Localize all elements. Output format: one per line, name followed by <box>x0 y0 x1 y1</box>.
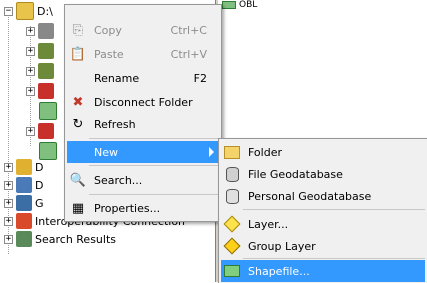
menu-item-shortcut: Ctrl+V <box>170 47 207 61</box>
menu-separator <box>89 165 219 166</box>
gis-servers-icon <box>16 195 32 211</box>
menu-item-rename[interactable]: Rename F2 <box>67 67 219 89</box>
submenu-item-personal-geodatabase[interactable]: Personal Geodatabase <box>221 185 425 207</box>
tree-item[interactable]: + D <box>4 158 43 176</box>
paste-icon: 📋 <box>69 46 87 62</box>
menu-item-label: Rename <box>94 71 140 85</box>
menu-item-label: Group Layer <box>248 239 316 253</box>
menu-item-shortcut: F2 <box>193 71 207 85</box>
menu-item-label: Layer... <box>248 217 289 231</box>
tree-item-label: Search Results <box>35 232 117 246</box>
tree-item[interactable]: + Search Results <box>4 230 116 248</box>
submenu-item-group-layer[interactable]: Group Layer <box>221 235 425 257</box>
tree-child-row[interactable]: + <box>26 42 57 60</box>
refresh-icon: ↻ <box>72 116 84 132</box>
disconnect-icon: ✖ <box>72 94 84 110</box>
search-results-icon <box>16 231 32 247</box>
menu-item-label: File Geodatabase <box>248 167 343 181</box>
properties-icon: ▦ <box>71 200 85 216</box>
tree-child-row[interactable]: + <box>26 122 57 140</box>
menu-separator <box>89 194 219 195</box>
menu-item-label: Paste <box>94 47 124 61</box>
tree-item-label: G <box>35 196 44 210</box>
file-geodatabase-icon <box>223 165 241 183</box>
tree-child-row[interactable] <box>36 102 60 120</box>
menu-item-label: New <box>94 145 118 159</box>
menu-item-properties[interactable]: ▦ Properties... <box>67 197 219 219</box>
submenu-item-file-geodatabase[interactable]: File Geodatabase <box>221 163 425 185</box>
contents-top-row: OBL <box>222 0 257 10</box>
personal-geodatabase-icon <box>223 187 241 205</box>
expand-toggle[interactable]: + <box>26 66 35 76</box>
new-submenu: Folder File Geodatabase Personal Geodata… <box>218 138 427 283</box>
copy-icon: ⎘ <box>72 22 84 38</box>
tree-child-row[interactable]: + <box>26 82 57 100</box>
layer-icon <box>223 215 241 233</box>
submenu-arrow-icon <box>209 147 214 157</box>
menu-item-label: Search... <box>94 173 143 187</box>
expand-toggle[interactable]: + <box>26 126 35 136</box>
menu-item-shortcut: Ctrl+C <box>170 23 207 37</box>
submenu-item-shapefile[interactable]: Shapefile... <box>221 260 425 282</box>
expand-toggle[interactable]: + <box>4 180 13 190</box>
tree-root-row[interactable]: − D:\ <box>4 2 53 20</box>
shapefile-icon <box>39 102 57 120</box>
submenu-item-folder[interactable]: Folder <box>221 141 425 163</box>
collapse-toggle[interactable]: − <box>4 6 13 16</box>
menu-separator <box>89 138 219 139</box>
tree-child-row[interactable]: + <box>26 62 57 80</box>
expand-toggle[interactable]: + <box>26 86 35 96</box>
tree-item[interactable]: + G <box>4 194 44 212</box>
interoperability-icon <box>16 213 32 229</box>
menu-item-new[interactable]: New <box>67 141 219 163</box>
context-menu: ⎘ Copy Ctrl+C 📋 Paste Ctrl+V Rename F2 ✖… <box>64 4 222 222</box>
expand-toggle[interactable]: + <box>4 198 13 208</box>
raster-icon <box>38 43 54 59</box>
contents-item-label: OBL <box>239 0 258 10</box>
expand-toggle[interactable]: + <box>26 46 35 56</box>
expand-toggle[interactable]: + <box>4 162 13 172</box>
menu-item-label: Properties... <box>94 201 161 215</box>
tree-item-label: D <box>35 160 44 174</box>
folder-icon <box>223 143 241 161</box>
menu-item-copy[interactable]: ⎘ Copy Ctrl+C <box>67 19 219 41</box>
menu-item-disconnect-folder[interactable]: ✖ Disconnect Folder <box>67 91 219 113</box>
expand-toggle[interactable]: + <box>4 216 13 226</box>
database-servers-icon <box>16 177 32 193</box>
tree-item[interactable]: + D <box>4 176 43 194</box>
menu-item-label: Copy <box>94 23 122 37</box>
tree-root-label: D:\ <box>37 4 53 18</box>
shapefile-icon <box>223 262 241 280</box>
menu-separator <box>243 209 425 210</box>
group-layer-icon <box>223 237 241 255</box>
menu-separator <box>243 258 425 259</box>
search-icon: 🔍 <box>69 172 87 188</box>
expand-toggle[interactable]: + <box>26 26 35 36</box>
tree-item-label: D <box>35 178 44 192</box>
menu-item-label: Personal Geodatabase <box>248 189 372 203</box>
raster-icon <box>38 63 54 79</box>
table-icon <box>38 23 54 39</box>
menu-item-paste[interactable]: 📋 Paste Ctrl+V <box>67 43 219 65</box>
database-icon <box>38 123 54 139</box>
menu-item-search[interactable]: 🔍 Search... <box>67 169 219 191</box>
expand-toggle[interactable]: + <box>4 234 13 244</box>
database-icon <box>38 83 54 99</box>
folder-connection-icon <box>16 2 34 20</box>
toolbox-icon <box>16 159 32 175</box>
menu-item-label: Refresh <box>94 117 136 131</box>
menu-item-label: Disconnect Folder <box>94 95 193 109</box>
menu-item-refresh[interactable]: ↻ Refresh <box>67 113 219 135</box>
shapefile-icon <box>222 1 236 9</box>
menu-item-label: Shapefile... <box>248 264 310 278</box>
submenu-item-layer[interactable]: Layer... <box>221 213 425 235</box>
menu-item-label: Folder <box>248 145 282 159</box>
tree-child-row[interactable]: + <box>26 22 57 40</box>
